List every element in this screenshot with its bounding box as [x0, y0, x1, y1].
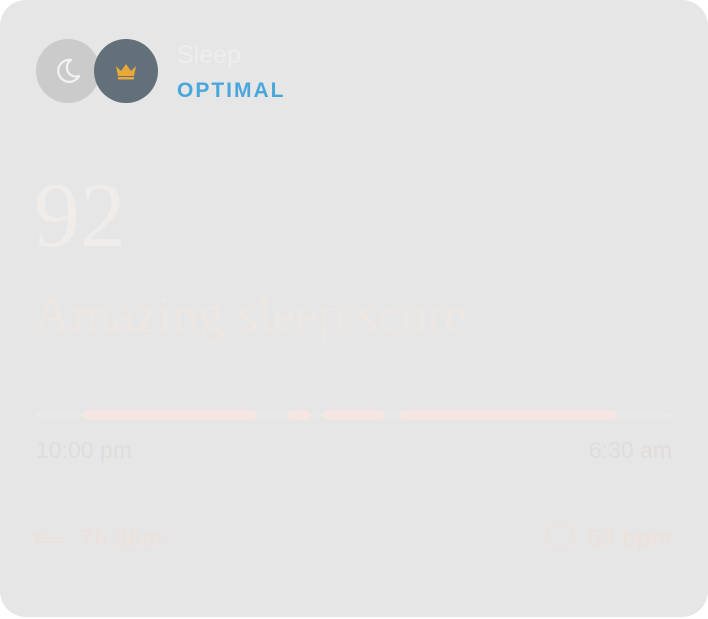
- heart-icon: [546, 526, 574, 550]
- heart-rate-value: 53 bpm: [587, 525, 672, 552]
- timeline-segment: [288, 410, 310, 420]
- sleep-start-time: 10:00 pm: [36, 437, 132, 463]
- sleep-score: 92: [34, 164, 126, 266]
- sleep-card[interactable]: Sleep OPTIMAL 92 Amazing sleep score 10:…: [0, 0, 708, 617]
- sleep-duration-value: 7h 30m: [80, 525, 163, 552]
- sleep-duration: 7h 30m: [34, 522, 163, 556]
- moon-badge: [36, 39, 100, 103]
- sleep-end-time: 6:30 am: [588, 437, 672, 463]
- heart-rate: 53 bpm: [546, 522, 672, 556]
- sleep-score-label: Amazing sleep score: [34, 287, 468, 344]
- bed-icon: [35, 531, 65, 547]
- moon-icon: [57, 58, 81, 83]
- timeline-segment: [84, 410, 256, 420]
- timeline-segment: [400, 410, 616, 420]
- crown-icon: [116, 64, 136, 80]
- status-badge: OPTIMAL: [177, 79, 286, 102]
- card-title: Sleep: [177, 41, 241, 69]
- crown-badge: [94, 39, 158, 103]
- timeline-segment: [324, 410, 384, 420]
- sleep-timeline: [36, 410, 672, 420]
